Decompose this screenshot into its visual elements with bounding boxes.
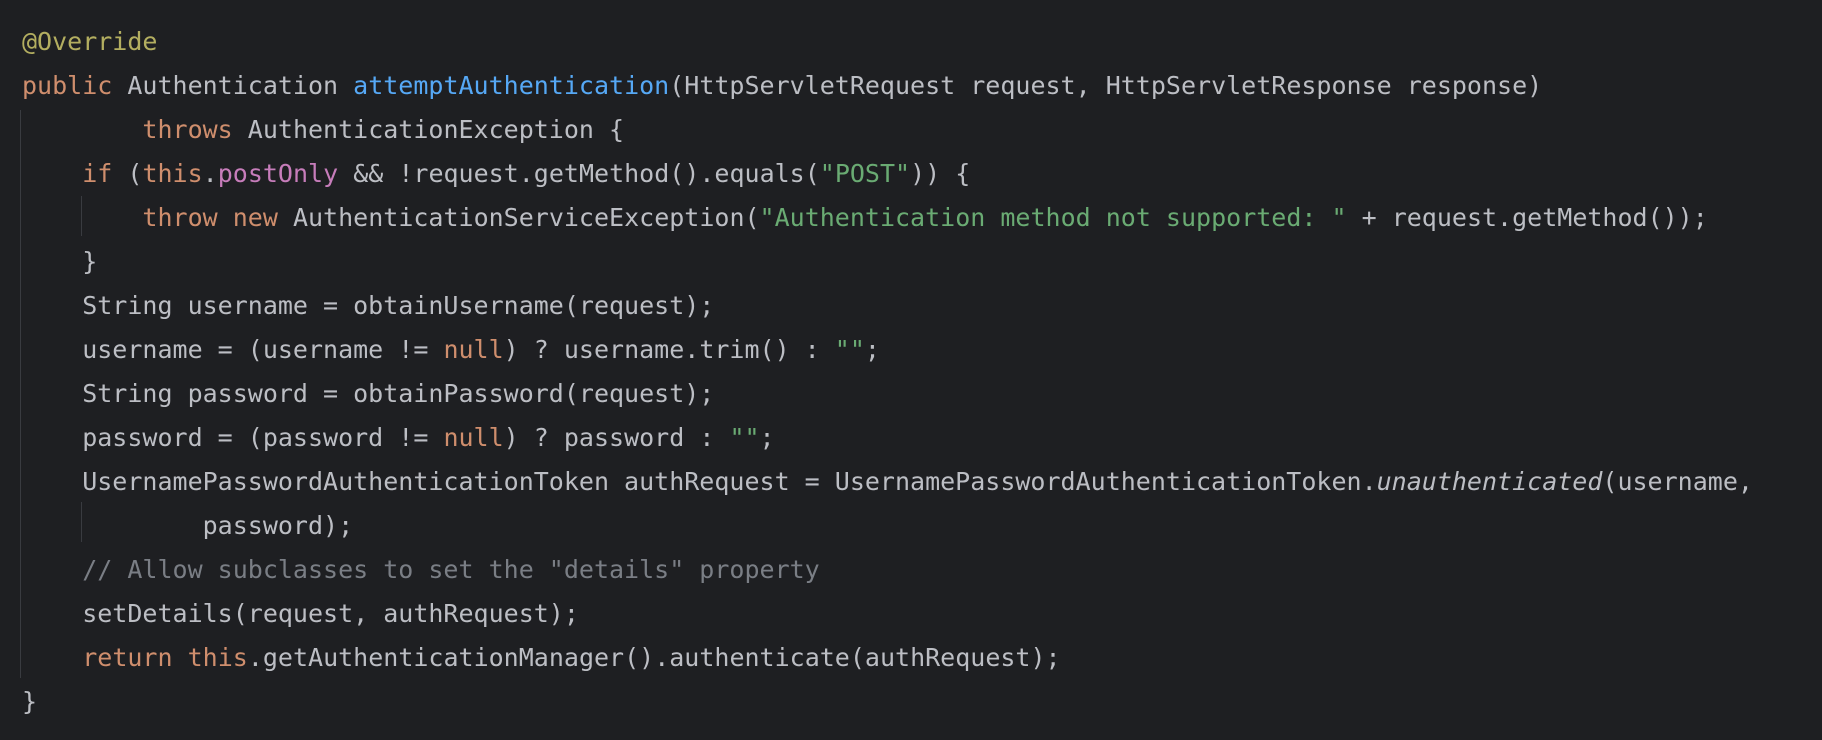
code-line[interactable]: return this.getAuthenticationManager().a…	[22, 636, 1061, 680]
indent-guide-method	[20, 110, 21, 678]
code-token: public	[22, 71, 113, 100]
code-token: ) ? password :	[503, 423, 730, 452]
code-line[interactable]: password);	[22, 504, 354, 548]
code-token: ;	[864, 335, 880, 364]
code-token: password);	[22, 511, 354, 540]
code-token: username = (username !=	[22, 335, 444, 364]
code-line[interactable]: throws AuthenticationException {	[22, 108, 624, 152]
code-token: + request.getMethod());	[1346, 203, 1708, 232]
code-token: }	[22, 247, 98, 276]
code-token: throw	[142, 203, 218, 232]
code-token: ) ? username.trim() :	[503, 335, 835, 364]
code-token: password = (password !=	[22, 423, 444, 452]
code-line[interactable]: }	[22, 240, 97, 284]
code-token: }	[22, 687, 38, 716]
code-token: setDetails(request, authRequest);	[22, 599, 579, 628]
code-token: unauthenticated	[1376, 467, 1603, 496]
code-token: if	[82, 159, 113, 188]
code-line[interactable]: public Authentication attemptAuthenticat…	[22, 64, 1542, 108]
code-line[interactable]: if (this.postOnly && !request.getMethod(…	[22, 152, 970, 196]
code-token: null	[443, 423, 504, 452]
code-token: ;	[759, 423, 775, 452]
code-token: ""	[729, 423, 760, 452]
code-token: .getAuthenticationManager().authenticate…	[247, 643, 1061, 672]
code-token: throws	[142, 115, 233, 144]
code-token: String password = obtainPassword(request…	[22, 379, 715, 408]
code-token: AuthenticationException {	[232, 115, 625, 144]
code-token: )) {	[910, 159, 971, 188]
code-line[interactable]: UsernamePasswordAuthenticationToken auth…	[22, 460, 1753, 504]
code-token: (HttpServletRequest request, HttpServlet…	[669, 71, 1543, 100]
code-line[interactable]: password = (password != null) ? password…	[22, 416, 775, 460]
code-line[interactable]: @Override	[22, 20, 157, 64]
code-token: ""	[834, 335, 865, 364]
code-token: UsernamePasswordAuthenticationToken auth…	[22, 467, 1377, 496]
code-line[interactable]: }	[22, 680, 37, 724]
code-token: .	[202, 159, 218, 188]
code-token: @Override	[22, 27, 158, 56]
code-line[interactable]: String password = obtainPassword(request…	[22, 372, 714, 416]
code-line[interactable]: // Allow subclasses to set the "details"…	[22, 548, 820, 592]
code-token: null	[443, 335, 504, 364]
code-token: "Authentication method not supported: "	[759, 203, 1347, 232]
code-line[interactable]: String username = obtainUsername(request…	[22, 284, 714, 328]
code-token: String username = obtainUsername(request…	[22, 291, 715, 320]
code-token: postOnly	[217, 159, 339, 188]
code-token: && !request.getMethod().equals(	[338, 159, 820, 188]
code-token: AuthenticationServiceException(	[277, 203, 760, 232]
code-line[interactable]: setDetails(request, authRequest);	[22, 592, 579, 636]
code-token: this	[142, 159, 203, 188]
code-line[interactable]: username = (username != null) ? username…	[22, 328, 880, 372]
code-token: (username,	[1602, 467, 1753, 496]
code-token: this	[187, 643, 248, 672]
code-token: attemptAuthentication	[353, 71, 670, 100]
code-token: (	[112, 159, 143, 188]
code-line[interactable]: throw new AuthenticationServiceException…	[22, 196, 1708, 240]
code-token: // Allow subclasses to set the "details"…	[22, 555, 820, 584]
code-editor[interactable]: @Override public Authentication attemptAu…	[0, 0, 1822, 740]
code-token: Authentication	[112, 71, 354, 100]
code-token: "POST"	[819, 159, 911, 188]
code-token: new	[232, 203, 278, 232]
code-token: return	[82, 643, 173, 672]
